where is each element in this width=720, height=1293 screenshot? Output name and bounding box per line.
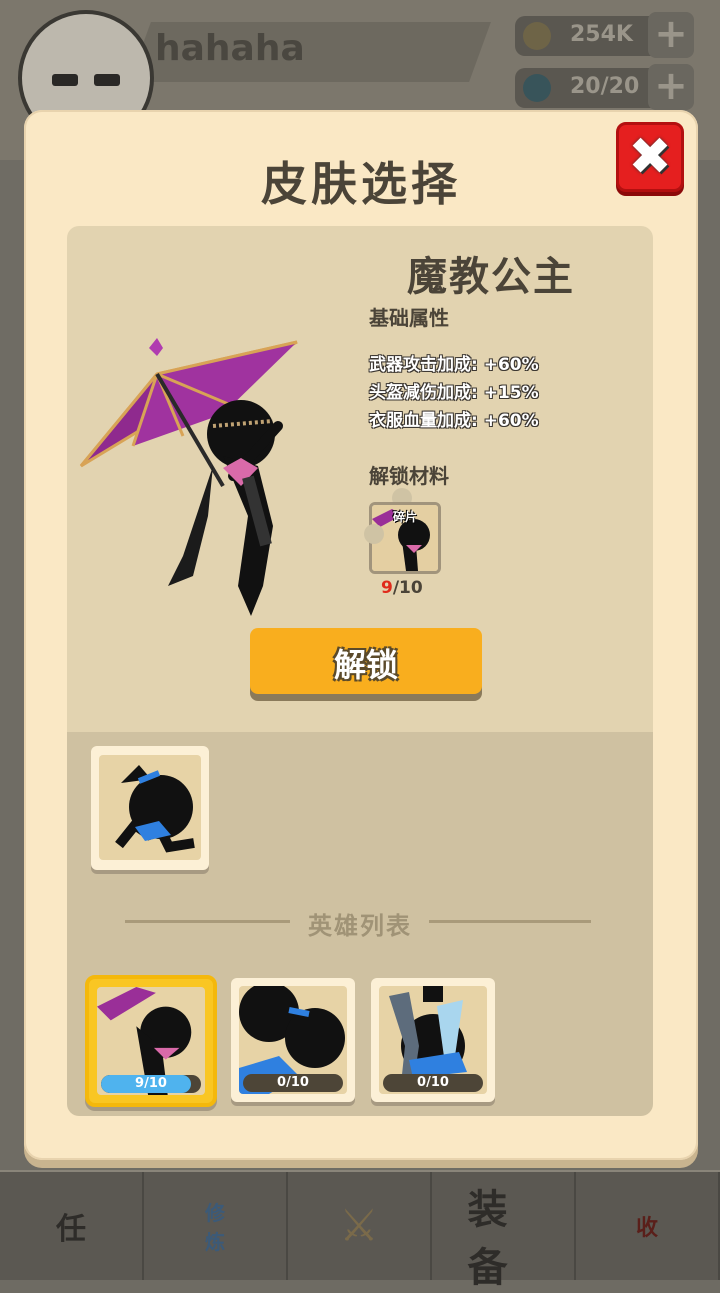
avatar-eye-icon [94, 74, 120, 86]
skin-option[interactable] [91, 746, 209, 870]
task-icon: 任 [56, 1212, 86, 1247]
puzzle-knob [364, 524, 384, 544]
hero-list-title: 英雄列表 [308, 912, 412, 940]
hero-card-selected[interactable]: 9/10 [85, 975, 217, 1107]
nav-tab-equipment: 装备 [432, 1172, 576, 1291]
collect-icon: 收 [635, 1216, 659, 1241]
divider-line [429, 920, 591, 923]
close-button[interactable]: ✖ [616, 122, 684, 192]
hero-card[interactable]: 0/10 [371, 978, 495, 1102]
nav-tab-battle: ⚔ [288, 1172, 432, 1280]
nav-tab-train: 修 炼 [144, 1172, 288, 1280]
fragment-total: /10 [392, 578, 423, 598]
fragment-current: 9 [381, 578, 393, 598]
hero-card[interactable]: 0/10 [231, 978, 355, 1102]
skin-detail-panel: 魔教公主 基础属性 武器攻击加成: +60% 头盔减伤加成: +15% 衣服血量… [67, 226, 653, 732]
close-icon: ✖ [628, 127, 672, 187]
gem-icon [523, 74, 551, 102]
nav-tab-task: 任 [0, 1172, 144, 1280]
attr-weapon: 武器攻击加成: +60% [369, 355, 539, 375]
hero-progress-text: 9/10 [135, 1076, 167, 1091]
player-name: hahaha [155, 28, 305, 69]
attr-armor: 衣服血量加成: +60% [369, 411, 539, 431]
bottom-nav: 任 修 炼 ⚔ 装备 收 [0, 1172, 720, 1291]
crossed-swords-icon: ⚔ [339, 1200, 379, 1252]
skin-option-image [99, 755, 201, 860]
character-portrait [79, 338, 298, 616]
hero-progress-text: 0/10 [277, 1075, 309, 1090]
unlock-materials-label: 解锁材料 [369, 464, 449, 488]
hero-progress-bar: 0/10 [383, 1074, 483, 1092]
equipment-label: 装备 [467, 1186, 508, 1291]
avatar-eye-icon [52, 74, 78, 86]
energy-counter: 20/20 + [515, 64, 694, 110]
hero-progress-bar: 9/10 [101, 1075, 201, 1093]
hero-progress-bar: 0/10 [243, 1074, 343, 1092]
blue-scarf-stickman-icon [115, 765, 195, 853]
hero-progress-text: 0/10 [417, 1075, 449, 1090]
energy-value: 20/20 [570, 74, 640, 99]
attr-helmet: 头盔减伤加成: +15% [369, 383, 539, 403]
modal-title: 皮肤选择 [261, 157, 461, 211]
unlock-button[interactable]: 解锁 [250, 628, 482, 694]
coin-icon [523, 22, 551, 50]
add-gold-button: + [648, 12, 694, 58]
fragment-count: 9/10 [381, 578, 423, 598]
add-energy-button: + [648, 64, 694, 110]
unlock-button-label: 解锁 [333, 646, 398, 684]
stickman-silhouette [168, 400, 283, 616]
base-attributes-label: 基础属性 [369, 306, 449, 330]
skin-list-panel: 英雄列表 9/10 0/10 0/10 [67, 732, 653, 1116]
skin-name: 魔教公主 [407, 254, 575, 300]
gold-counter: 254K + [515, 12, 694, 58]
book-icon: 修 炼 [205, 1201, 225, 1254]
skin-select-modal: 皮肤选择 ✖ 魔教公主 基础属性 武器攻击加成: +60% 头盔减伤加成: +1… [24, 110, 698, 1160]
nav-tab-collect: 收 [576, 1172, 720, 1280]
fragment-label: 碎片 [392, 510, 417, 524]
gold-value: 254K [570, 22, 633, 47]
